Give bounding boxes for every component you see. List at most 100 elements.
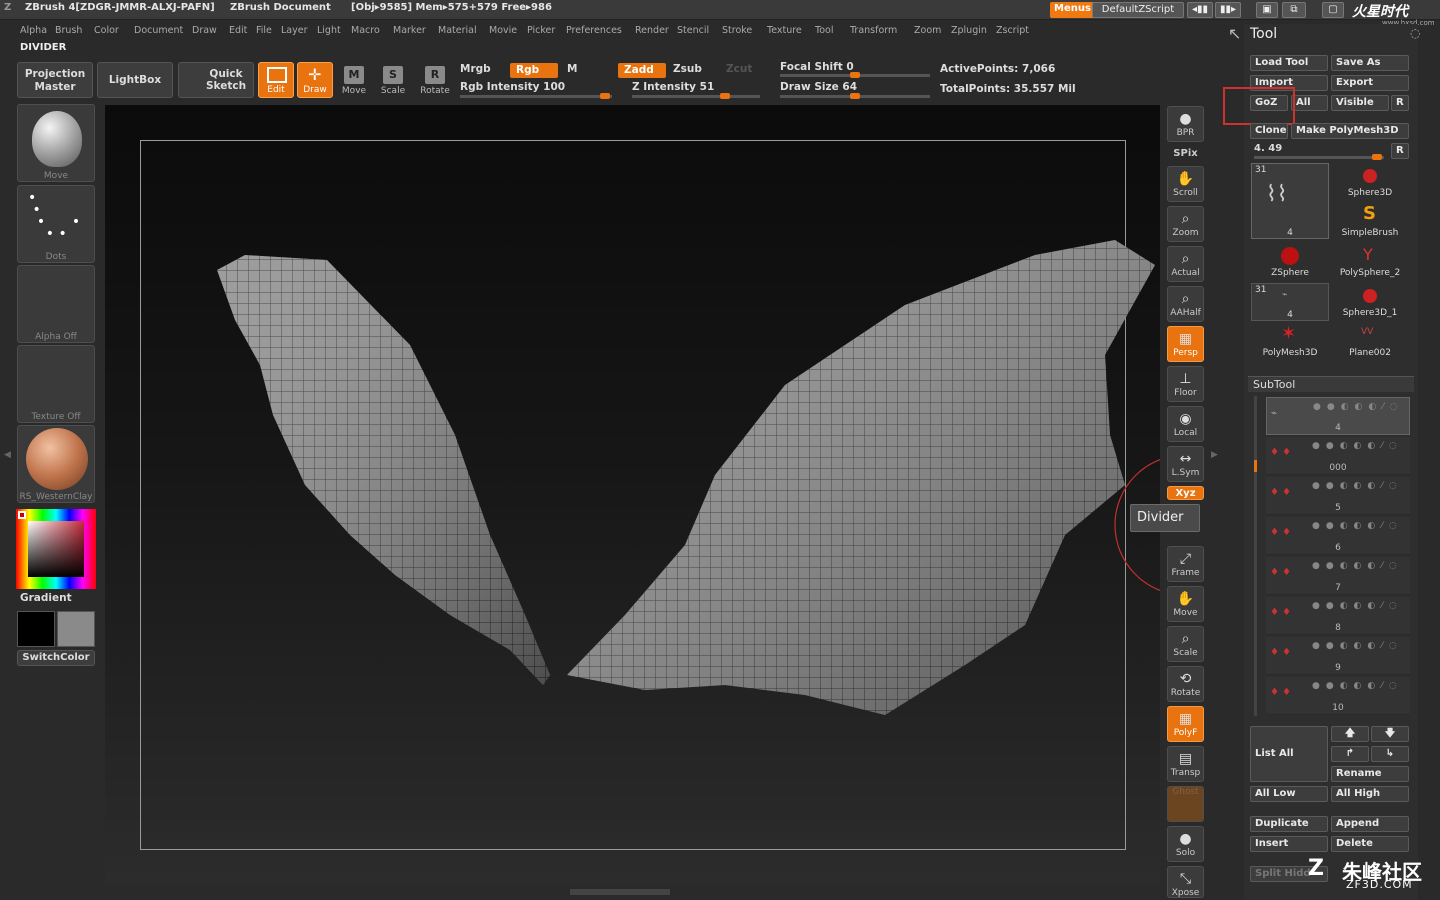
pan-right-icon[interactable]: ▮▮▸ xyxy=(1215,2,1241,18)
shelf-persp-button[interactable]: ▦ Persp xyxy=(1167,326,1204,362)
subtool-row[interactable]: ♦ ♦ ●●◐◐◐⁄◌ 000 xyxy=(1266,437,1410,475)
shelf-frame-button[interactable]: ⤢ Frame xyxy=(1167,546,1204,582)
menu-layer[interactable]: Layer xyxy=(281,25,308,36)
subtool-row[interactable]: ♦ ♦ ●●◐◐◐⁄◌ 5 xyxy=(1266,477,1410,515)
menu-preferences[interactable]: Preferences xyxy=(566,25,622,36)
menu-zplugin[interactable]: Zplugin xyxy=(951,25,987,36)
tool-thumb-polymesh3d[interactable]: ✶ PolyMesh3D xyxy=(1251,323,1329,361)
tool-pin-icon[interactable]: ↖ xyxy=(1228,24,1241,43)
quick-sketch-button[interactable]: Quick Sketch xyxy=(178,62,254,98)
texture-selector[interactable]: Texture Off xyxy=(17,345,95,423)
palette-close-icon[interactable]: ◌ xyxy=(1410,26,1420,40)
shelf-aahalf-button[interactable]: ⌕ AAHalf xyxy=(1167,286,1204,322)
draw-size-knob[interactable] xyxy=(850,93,860,99)
switchcolor-button[interactable]: SwitchColor xyxy=(17,650,95,666)
shelf-scroll-button[interactable]: ✋ Scroll xyxy=(1167,166,1204,202)
shelf-zoom-button[interactable]: ⌕ Zoom xyxy=(1167,206,1204,242)
goz-all-button[interactable]: All xyxy=(1291,95,1328,111)
menu-color[interactable]: Color xyxy=(94,25,119,36)
zadd-button[interactable]: Zadd xyxy=(618,63,666,78)
menu-draw[interactable]: Draw xyxy=(192,25,217,36)
menu-brush[interactable]: Brush xyxy=(55,25,82,36)
tool-thumb-wing2[interactable]: 31 ⌁ 4 xyxy=(1251,283,1329,321)
menu-zscript[interactable]: Zscript xyxy=(996,25,1029,36)
menu-document[interactable]: Document xyxy=(134,25,183,36)
rotate-mode-button[interactable]: R Rotate xyxy=(416,62,454,102)
move-mode-button[interactable]: M Move xyxy=(335,62,373,102)
export-button[interactable]: Export xyxy=(1331,75,1409,91)
menu-zoom[interactable]: Zoom xyxy=(914,25,941,36)
pan-left-icon[interactable]: ◂▮▮ xyxy=(1187,2,1213,18)
tool-slider[interactable] xyxy=(1254,154,1384,160)
tool-thumb-sphere3d[interactable]: Sphere3D xyxy=(1331,163,1409,201)
lightbox-button[interactable]: LightBox xyxy=(97,62,173,98)
shelf-solo-button[interactable]: ● Solo xyxy=(1167,826,1204,862)
load-tool-button[interactable]: Load Tool xyxy=(1250,55,1328,71)
clone-button[interactable]: Clone xyxy=(1250,123,1288,139)
tool-slider-knob[interactable] xyxy=(1372,154,1382,160)
menu-movie[interactable]: Movie xyxy=(489,25,517,36)
color-picker[interactable] xyxy=(16,509,96,589)
menu-marker[interactable]: Marker xyxy=(393,25,426,36)
focal-shift-slider[interactable] xyxy=(780,72,930,78)
draw-mode-button[interactable]: ✛ Draw xyxy=(297,62,333,98)
primary-color-swatch[interactable] xyxy=(17,611,55,647)
bottom-tray-handle[interactable] xyxy=(570,889,670,895)
rename-button[interactable]: Rename xyxy=(1331,766,1409,782)
menus-toggle-button[interactable]: Menus xyxy=(1050,2,1095,18)
subtool-scrollbar[interactable] xyxy=(1254,396,1257,716)
z-intensity-slider[interactable] xyxy=(632,93,760,99)
tool-slider-r-button[interactable]: R xyxy=(1391,143,1409,159)
subtool-row[interactable]: ♦ ♦ ●●◐◐◐⁄◌ 10 xyxy=(1266,677,1410,715)
material-selector[interactable]: RS_WesternClay xyxy=(17,425,95,503)
draw-size-slider[interactable] xyxy=(780,93,930,99)
all-low-button[interactable]: All Low xyxy=(1250,786,1328,802)
subtool-visibility-icons[interactable]: ●●◐◐◐⁄◌ xyxy=(1312,561,1403,571)
brush-selector[interactable]: Move xyxy=(17,104,95,182)
shelf-bpr-button[interactable]: ● BPR xyxy=(1167,106,1204,142)
shelf-polyf-button[interactable]: ▦ PolyF xyxy=(1167,706,1204,742)
menu-render[interactable]: Render xyxy=(635,25,669,36)
shelf-move-button[interactable]: ✋ Move xyxy=(1167,586,1204,622)
all-high-button[interactable]: All High xyxy=(1331,786,1409,802)
rgb-intensity-slider[interactable] xyxy=(460,93,612,99)
insert-button[interactable]: Insert xyxy=(1250,836,1328,852)
duplicate-button[interactable]: Duplicate xyxy=(1250,816,1328,832)
menu-file[interactable]: File xyxy=(256,25,272,36)
shelf-actual-button[interactable]: ⌕ Actual xyxy=(1167,246,1204,282)
menu-material[interactable]: Material xyxy=(438,25,477,36)
goz-r-button[interactable]: R xyxy=(1391,95,1409,111)
save-as-button[interactable]: Save As xyxy=(1331,55,1409,71)
subtool-scroll-thumb[interactable] xyxy=(1254,460,1257,472)
tool-thumb-plane002[interactable]: ᐯᐯ Plane002 xyxy=(1331,323,1409,361)
alpha-selector[interactable]: Alpha Off xyxy=(17,265,95,343)
window-icon[interactable]: ▢ xyxy=(1322,2,1344,18)
move-up-icon[interactable]: 🡅 xyxy=(1331,726,1369,742)
gradient-toggle[interactable]: Gradient xyxy=(20,592,72,604)
menu-tool[interactable]: Tool xyxy=(815,25,833,36)
menu-light[interactable]: Light xyxy=(317,25,341,36)
subtool-row[interactable]: ♦ ♦ ●●◐◐◐⁄◌ 8 xyxy=(1266,597,1410,635)
subtool-visibility-icons[interactable]: ●●◐◐◐⁄◌ xyxy=(1312,681,1403,691)
tile-icon[interactable]: ⧉ xyxy=(1282,2,1306,18)
subtool-visibility-icons[interactable]: ●●◐◐◐⁄◌ xyxy=(1312,441,1403,451)
subtool-visibility-icons[interactable]: ●●◐◐◐⁄◌ xyxy=(1312,601,1403,611)
mrgb-button[interactable]: Mrgb xyxy=(460,63,491,75)
subtool-header[interactable]: SubTool xyxy=(1248,376,1414,392)
subtool-row[interactable]: ⌁ ●●◐◐◐⁄◌ 4 xyxy=(1266,397,1410,435)
bat-wings-model[interactable] xyxy=(105,105,1160,885)
list-all-button[interactable]: List All xyxy=(1250,726,1328,782)
zcut-button[interactable]: Zcut xyxy=(726,63,752,75)
default-zscript-button[interactable]: DefaultZScript xyxy=(1092,2,1184,18)
menu-macro[interactable]: Macro xyxy=(351,25,380,36)
menu-transform[interactable]: Transform xyxy=(850,25,897,36)
scale-mode-button[interactable]: S Scale xyxy=(374,62,412,102)
menu-stencil[interactable]: Stencil xyxy=(677,25,709,36)
left-wing[interactable] xyxy=(217,255,550,685)
shelf-xyz-button[interactable]: Xyz xyxy=(1167,486,1204,500)
menu-alpha[interactable]: Alpha xyxy=(20,25,47,36)
shelf-transp-button[interactable]: ▤ Transp xyxy=(1167,746,1204,782)
tool-thumb-simplebrush[interactable]: S SimpleBrush xyxy=(1331,203,1409,241)
shelf-lsym-button[interactable]: ↔ L.Sym xyxy=(1167,446,1204,482)
shelf-spix-button[interactable]: SPix xyxy=(1167,148,1204,160)
